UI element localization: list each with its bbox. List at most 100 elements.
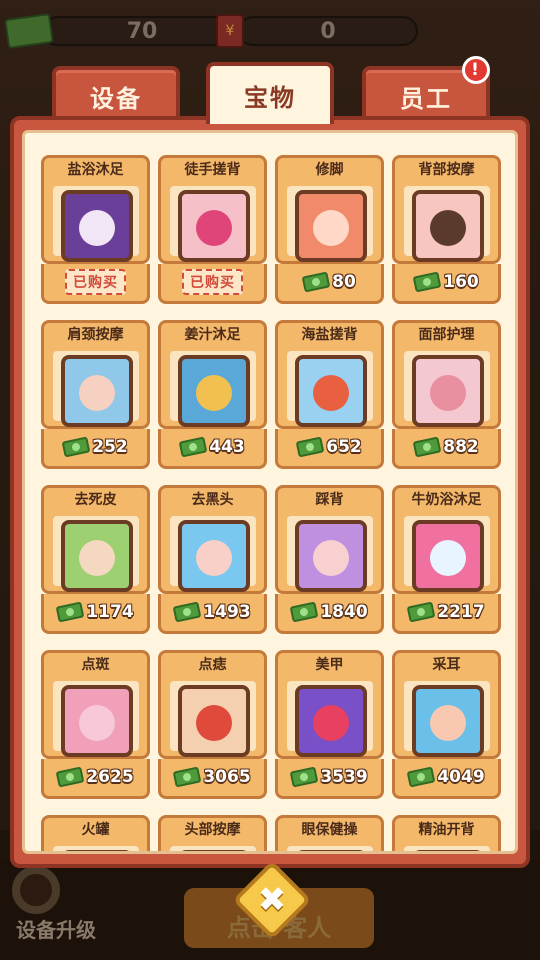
buy-price-button[interactable]: 3065 (172, 766, 251, 788)
price-value: 882 (443, 437, 479, 457)
essential-oil-icon (412, 850, 484, 851)
treasure-item-card[interactable]: 盐浴沐足 已购买 (41, 155, 150, 304)
treasure-item-card[interactable]: 点斑 2625 (41, 650, 150, 799)
cash-icon (172, 766, 202, 788)
price-value: 3065 (203, 767, 251, 787)
art-detail (79, 375, 115, 411)
tab-staff[interactable]: 员工 ! (362, 56, 490, 122)
tab-equipment[interactable]: 设备 (52, 66, 180, 122)
buy-price-button[interactable]: 1840 (289, 601, 368, 623)
item-footer: 443 (161, 431, 264, 463)
treasure-item-card[interactable]: 火罐 (41, 815, 150, 851)
treasure-item-card[interactable]: 徒手搓背 已购买 (158, 155, 267, 304)
buy-price-button[interactable]: 2217 (406, 601, 485, 623)
tab-treasure-label: 宝物 (244, 83, 296, 112)
art-detail (196, 540, 232, 576)
treasure-item-card[interactable]: 肩颈按摩 252 (41, 320, 150, 469)
spa-salt-jar-icon (61, 190, 133, 262)
treasure-item-card[interactable]: 姜汁沐足 443 (158, 320, 267, 469)
cash-icon (406, 601, 436, 623)
item-art-frame (404, 516, 490, 592)
treasure-item-card[interactable]: 采耳 4049 (392, 650, 501, 799)
cash-icon (289, 766, 319, 788)
cash-counter: 70 (4, 12, 232, 50)
buy-price-button[interactable]: 252 (61, 436, 128, 458)
art-detail (313, 375, 349, 411)
item-art-frame (53, 516, 139, 592)
cash-icon (412, 436, 442, 458)
treasure-item-card[interactable]: 点痣 3065 (158, 650, 267, 799)
treasure-item-card[interactable]: 背部按摩 160 (392, 155, 501, 304)
cash-icon (55, 601, 85, 623)
item-footer: 1174 (44, 596, 147, 628)
tab-treasure[interactable]: 宝物 (206, 62, 334, 124)
cash-icon (406, 766, 436, 788)
cash-icon (289, 601, 319, 623)
purchased-stamp: 已购买 (182, 269, 243, 295)
treasure-item-card[interactable]: 去死皮 1174 (41, 485, 150, 634)
treasure-item-card[interactable]: 头部按摩 (158, 815, 267, 851)
item-name: 肩颈按摩 (67, 327, 124, 343)
buy-price-button[interactable]: 160 (412, 271, 479, 293)
art-detail (79, 540, 115, 576)
item-art-frame (53, 681, 139, 757)
treasure-item-card[interactable]: 去黑头 1493 (158, 485, 267, 634)
item-footer: 160 (395, 266, 498, 298)
treasure-item-card[interactable]: 牛奶浴沐足 2217 (392, 485, 501, 634)
item-name: 精油开背 (418, 822, 475, 838)
buy-price-button[interactable]: 2625 (55, 766, 134, 788)
item-name: 采耳 (432, 657, 461, 673)
item-name: 头部按摩 (184, 822, 241, 838)
art-detail (196, 705, 232, 741)
buy-price-button[interactable]: 882 (412, 436, 479, 458)
item-name: 面部护理 (418, 327, 475, 343)
item-name: 火罐 (81, 822, 110, 838)
buy-price-button[interactable]: 443 (178, 436, 245, 458)
treasure-item-card[interactable]: 修脚 80 (275, 155, 384, 304)
item-art-frame (404, 846, 490, 851)
item-footer: 252 (44, 431, 147, 463)
foot-care-icon (295, 190, 367, 262)
buy-price-button[interactable]: 80 (301, 271, 356, 293)
cash-icon (4, 12, 54, 50)
item-art-frame (170, 846, 256, 851)
treasure-item-card[interactable]: 眼保健操 (275, 815, 384, 851)
buy-price-button[interactable]: 3539 (289, 766, 368, 788)
treasure-item-card[interactable]: 踩背 1840 (275, 485, 384, 634)
item-art-frame (53, 186, 139, 262)
treasure-item-card[interactable]: 面部护理 882 (392, 320, 501, 469)
item-art-frame (287, 846, 373, 851)
item-name: 海盐搓背 (301, 327, 358, 343)
price-value: 1174 (86, 602, 134, 622)
scrub-brush-icon (178, 190, 250, 262)
item-footer: 652 (278, 431, 381, 463)
cash-icon (412, 271, 442, 293)
upgrade-equipment-button[interactable]: 设备升级 (16, 914, 96, 943)
art-detail (430, 540, 466, 576)
item-art-frame (53, 846, 139, 851)
red-envelope-icon: ¥ (216, 14, 244, 48)
buy-price-button[interactable]: 652 (295, 436, 362, 458)
cash-icon (295, 436, 325, 458)
item-footer: 80 (278, 266, 381, 298)
buy-price-button[interactable]: 1493 (172, 601, 251, 623)
alert-badge-icon: ! (462, 56, 490, 84)
treasure-item-card[interactable]: 美甲 3539 (275, 650, 384, 799)
item-name: 背部按摩 (418, 162, 475, 178)
treasure-item-card[interactable]: 精油开背 (392, 815, 501, 851)
item-name: 盐浴沐足 (67, 162, 124, 178)
price-value: 80 (332, 272, 356, 292)
item-art-frame (170, 351, 256, 427)
buy-price-button[interactable]: 1174 (55, 601, 134, 623)
treasure-item-card[interactable]: 海盐搓背 652 (275, 320, 384, 469)
art-detail (313, 540, 349, 576)
treasure-panel-inner[interactable]: 盐浴沐足 已购买 徒手搓背 已购买 修脚 80 背部按摩 160 肩颈按摩 252 姜汁沐足 443 海… (22, 130, 518, 854)
buy-price-button[interactable]: 4049 (406, 766, 485, 788)
item-art-frame (404, 351, 490, 427)
item-name: 眼保健操 (301, 822, 358, 838)
cash-icon (301, 271, 331, 293)
gear-icon[interactable] (12, 866, 60, 914)
red-envelope-value: 0 (238, 16, 418, 46)
ear-cleaning-icon (412, 685, 484, 757)
item-art-frame (287, 516, 373, 592)
